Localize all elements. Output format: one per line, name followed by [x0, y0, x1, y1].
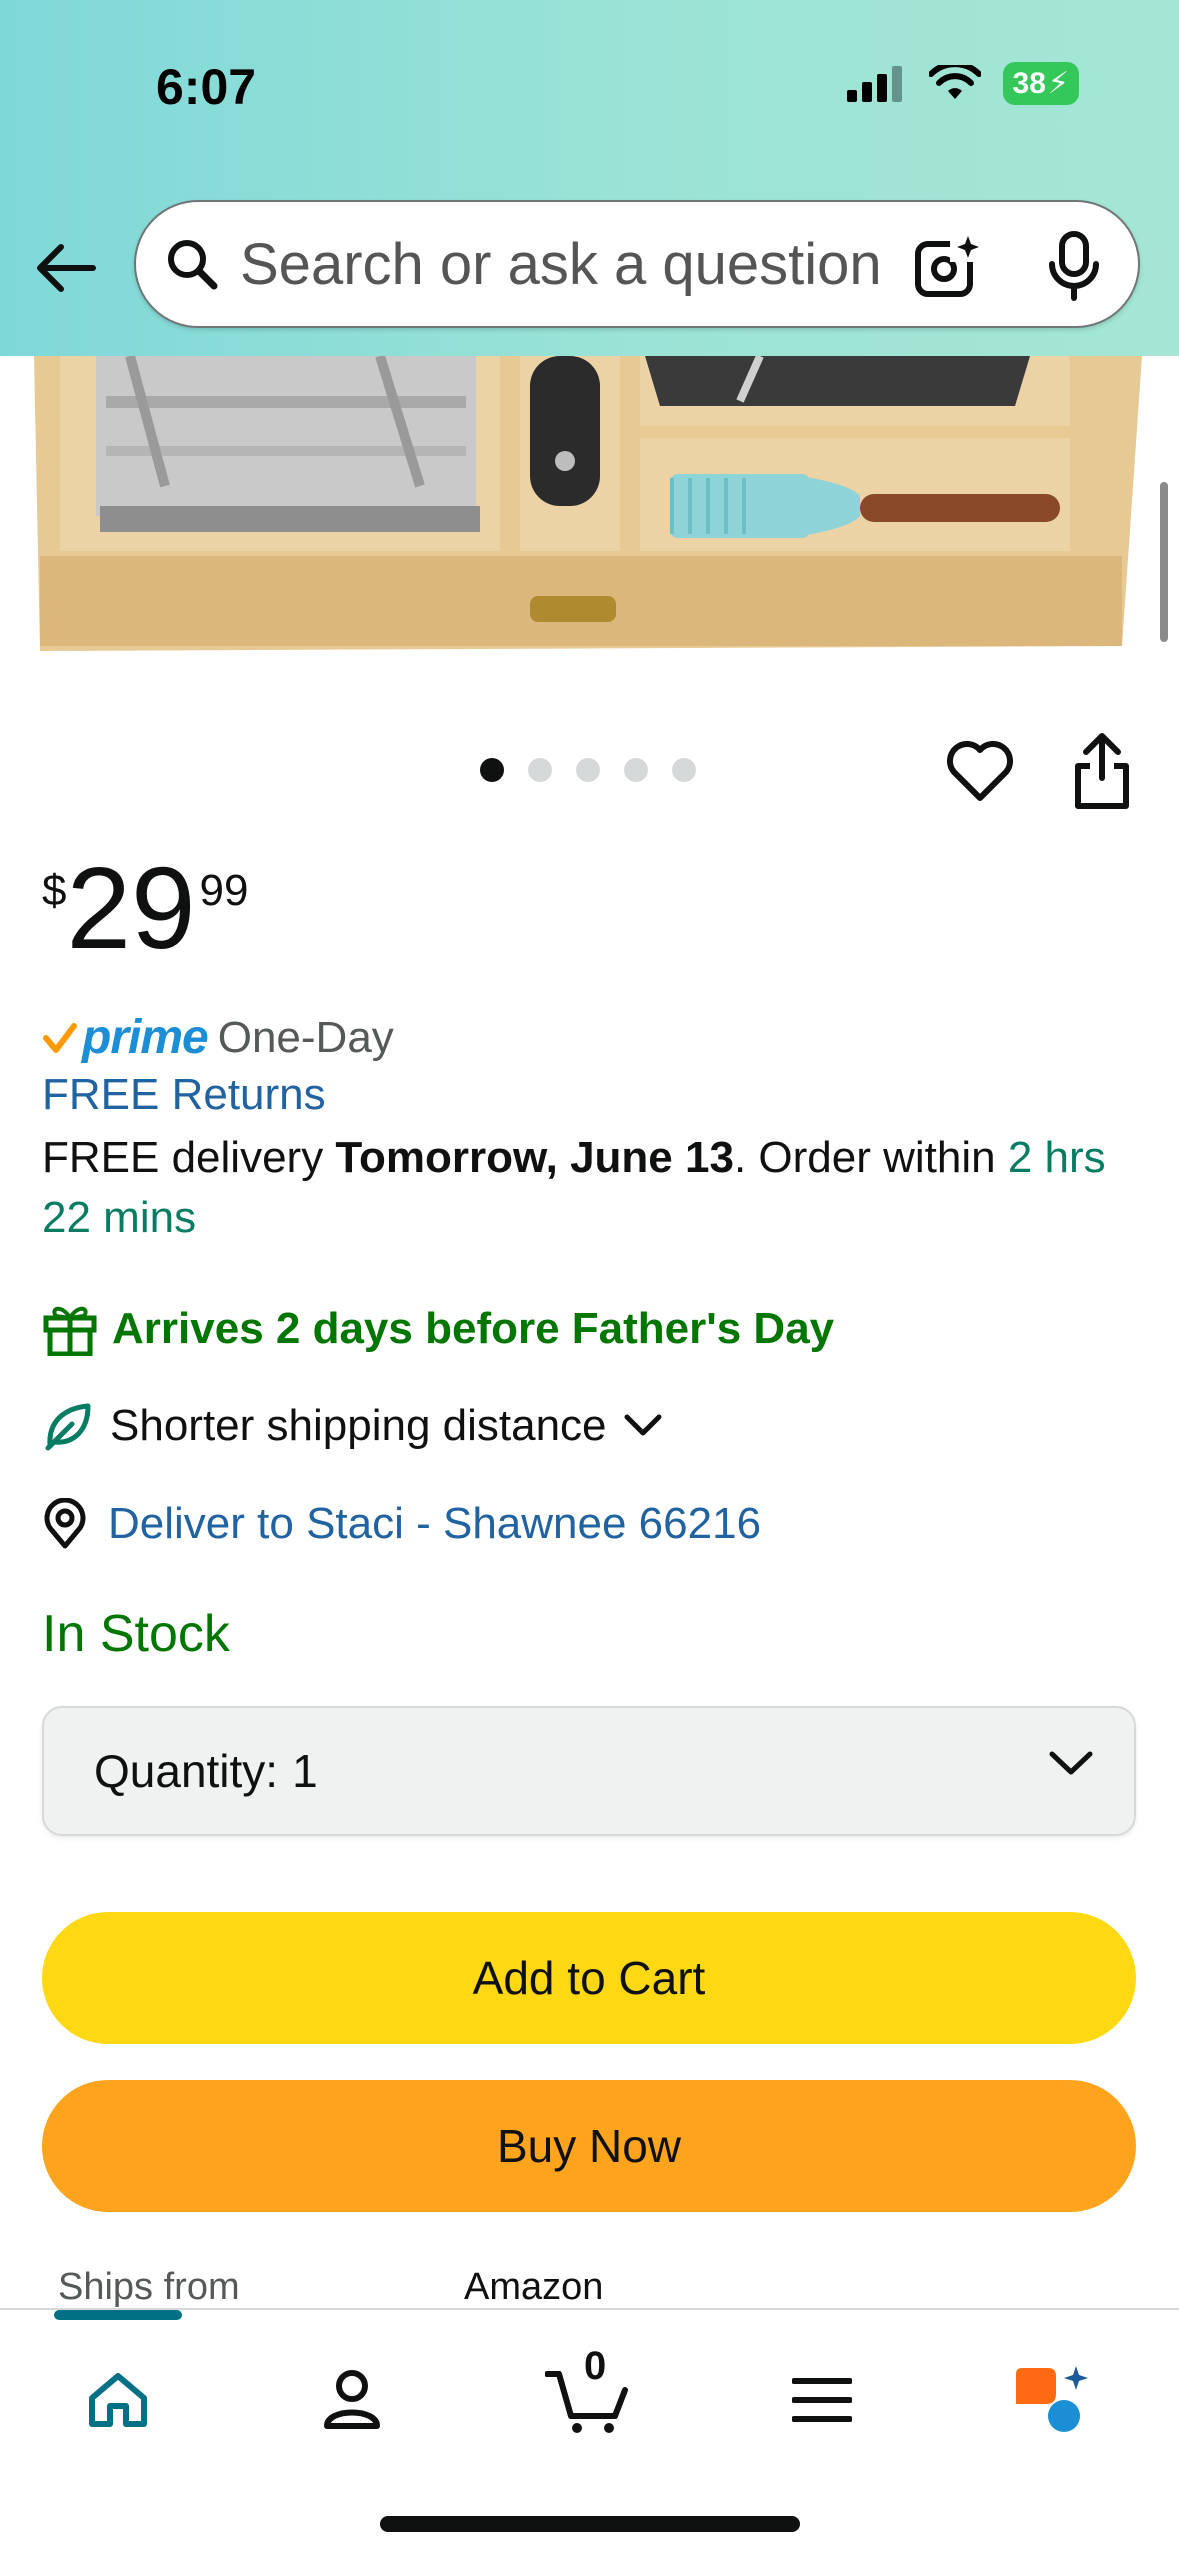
free-returns-link[interactable]: FREE Returns: [42, 1070, 326, 1120]
heart-icon: [947, 741, 1013, 801]
share-button[interactable]: [1066, 732, 1138, 812]
prime-label: prime: [82, 1011, 209, 1064]
shipping-distance-toggle[interactable]: Shorter shipping distance: [42, 1400, 663, 1452]
gift-arrival-note: Arrives 2 days before Father's Day: [42, 1302, 834, 1356]
carousel-dot-2[interactable]: [528, 758, 552, 782]
tab-rufus[interactable]: [1004, 2350, 1104, 2450]
app-header: 6:07 38 ⚡: [0, 0, 1179, 356]
carousel-dot-1[interactable]: [480, 758, 504, 782]
location-pin-icon: [44, 1498, 86, 1549]
kitchen-drawer-organizer-image: [0, 356, 1179, 656]
tab-home[interactable]: [68, 2350, 168, 2450]
tab-menu[interactable]: [772, 2350, 872, 2450]
tab-account[interactable]: [302, 2350, 402, 2450]
buy-now-button[interactable]: Buy Now: [42, 2080, 1136, 2212]
deliver-to-text: Deliver to Staci - Shawnee 66216: [108, 1499, 762, 1548]
price-fraction: 99: [199, 866, 249, 915]
share-icon: [1075, 733, 1129, 809]
search-icon: [168, 240, 218, 290]
wishlist-button[interactable]: [944, 736, 1016, 808]
product-price: $ 29 99: [42, 848, 248, 968]
delivery-middle: . Order within: [733, 1133, 1008, 1182]
delivery-estimate: FREE delivery Tomorrow, June 13. Order w…: [42, 1128, 1152, 1248]
ships-from-value: Amazon: [464, 2266, 604, 2308]
prime-badge: prime One-Day: [42, 1010, 394, 1065]
product-image[interactable]: [0, 356, 1179, 656]
carousel-dot-3[interactable]: [576, 758, 600, 782]
status-time: 6:07: [156, 59, 257, 115]
active-tab-indicator: [54, 2310, 182, 2320]
menu-icon: [792, 2378, 852, 2422]
gift-arrival-text: Arrives 2 days before Father's Day: [112, 1304, 835, 1353]
rufus-icon: [1016, 2366, 1088, 2432]
cellular-signal-icon: [846, 65, 902, 102]
chevron-down-icon: [624, 1414, 662, 1436]
tab-cart[interactable]: 0: [538, 2344, 638, 2450]
wifi-icon: [928, 64, 981, 99]
page-scrollbar[interactable]: [1160, 482, 1168, 642]
microphone-icon[interactable]: [1046, 230, 1102, 302]
delivery-date: Tomorrow, June 13: [335, 1133, 734, 1182]
battery-indicator: 38 ⚡: [1002, 62, 1079, 105]
leaf-icon: [45, 1403, 91, 1451]
price-currency: $: [42, 866, 67, 915]
quantity-value: 1: [292, 1745, 318, 1797]
battery-level: 38: [1012, 66, 1046, 100]
account-icon: [324, 2370, 380, 2429]
chevron-down-icon: [1049, 1751, 1093, 1775]
delivery-prefix: FREE delivery: [42, 1133, 336, 1182]
quantity-select[interactable]: Quantity: 1: [42, 1706, 1136, 1836]
home-icon: [89, 2373, 147, 2427]
search-input[interactable]: [240, 230, 920, 298]
status-indicators: 38 ⚡: [846, 62, 1079, 105]
home-indicator[interactable]: [380, 2516, 800, 2532]
quantity-label: Quantity:: [94, 1745, 279, 1797]
deliver-to-link[interactable]: Deliver to Staci - Shawnee 66216: [42, 1498, 761, 1550]
add-to-cart-button[interactable]: Add to Cart: [42, 1912, 1136, 2044]
camera-lens-icon[interactable]: [914, 232, 984, 300]
carousel-dot-5[interactable]: [672, 758, 696, 782]
back-arrow-icon: [37, 244, 96, 292]
search-bar[interactable]: [134, 200, 1140, 328]
cart-count: 0: [584, 2344, 607, 2388]
price-whole: 29: [66, 843, 196, 973]
prime-speed: One-Day: [217, 1012, 394, 1062]
stock-status: In Stock: [42, 1605, 230, 1663]
back-button[interactable]: [34, 236, 98, 300]
ships-from-label: Ships from: [58, 2266, 240, 2308]
prime-check-icon: [43, 1022, 77, 1053]
image-carousel-dots[interactable]: [480, 758, 696, 782]
charging-bolt-icon: ⚡: [1047, 67, 1069, 100]
carousel-dot-4[interactable]: [624, 758, 648, 782]
gift-icon: [43, 1306, 97, 1356]
shipping-distance-text: Shorter shipping distance: [110, 1401, 607, 1450]
